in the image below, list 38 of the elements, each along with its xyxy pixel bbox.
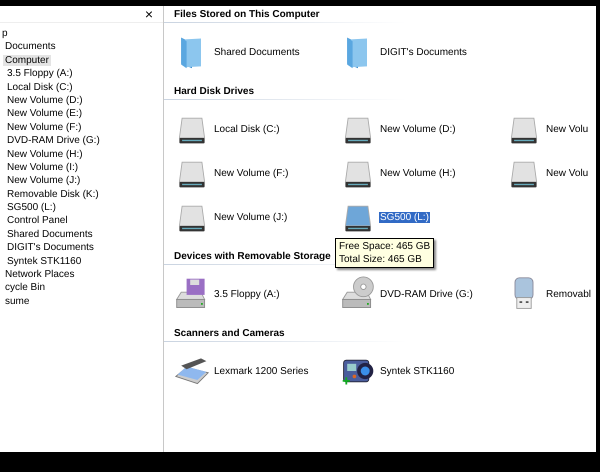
item-label[interactable]: Lexmark 1200 Series (213, 366, 310, 376)
item-label[interactable]: DVD-RAM Drive (G:) (379, 288, 474, 300)
item-label[interactable]: New Volume (H:) (379, 168, 457, 178)
tree-item[interactable]: sume (3, 296, 32, 307)
tooltip: Free Space: 465 GB Total Size: 465 GB (335, 238, 434, 268)
tree-item[interactable]: New Volume (D:) (5, 94, 85, 106)
tree-item[interactable]: Syntek STK1160 (5, 256, 84, 267)
item-label[interactable]: Shared Documents (213, 46, 301, 58)
tree-item[interactable]: Computer (3, 54, 51, 66)
item-label[interactable]: New Volume (D:) (379, 124, 457, 134)
item-label[interactable]: New Volume (F:) (213, 168, 290, 178)
tree-item[interactable]: p (0, 28, 10, 39)
tree-item[interactable]: DIGIT's Documents (5, 242, 96, 254)
tree-item[interactable]: New Volume (H:) (5, 148, 85, 160)
item-label[interactable]: DIGIT's Documents (379, 46, 468, 58)
item-label[interactable]: Local Disk (C:) (213, 124, 281, 134)
close-button[interactable]: × (142, 7, 155, 21)
tree-item[interactable]: 3.5 Floppy (A:) (5, 68, 75, 80)
tree-item[interactable]: cycle Bin (3, 282, 48, 294)
tree-item[interactable]: New Volume (I:) (5, 162, 80, 173)
item-label[interactable]: Removabl (545, 288, 592, 300)
item-label[interactable]: New Volu (545, 124, 590, 134)
item-label[interactable]: 3.5 Floppy (A:) (213, 288, 281, 300)
item-label[interactable]: Syntek STK1160 (379, 366, 456, 376)
tree-item[interactable]: Documents (3, 41, 58, 52)
tree-item[interactable]: SG500 (L:) (5, 202, 58, 214)
item-label[interactable]: New Volu (545, 168, 590, 178)
tree-item[interactable]: Network Places (3, 269, 76, 280)
tree-item[interactable]: New Volume (F:) (5, 122, 84, 133)
item-label[interactable]: SG500 (L:) (379, 212, 430, 222)
tree-item[interactable]: New Volume (J:) (5, 175, 82, 186)
tree-item[interactable]: New Volume (E:) (5, 108, 84, 120)
tree-item[interactable]: Control Panel (5, 215, 70, 226)
item-label[interactable]: New Volume (J:) (213, 212, 288, 222)
tree-item[interactable]: Removable Disk (K:) (5, 188, 101, 200)
tree-item[interactable]: Local Disk (C:) (5, 82, 75, 93)
tree-item[interactable]: DVD-RAM Drive (G:) (5, 135, 102, 146)
tree-item[interactable]: Shared Documents (5, 228, 95, 240)
